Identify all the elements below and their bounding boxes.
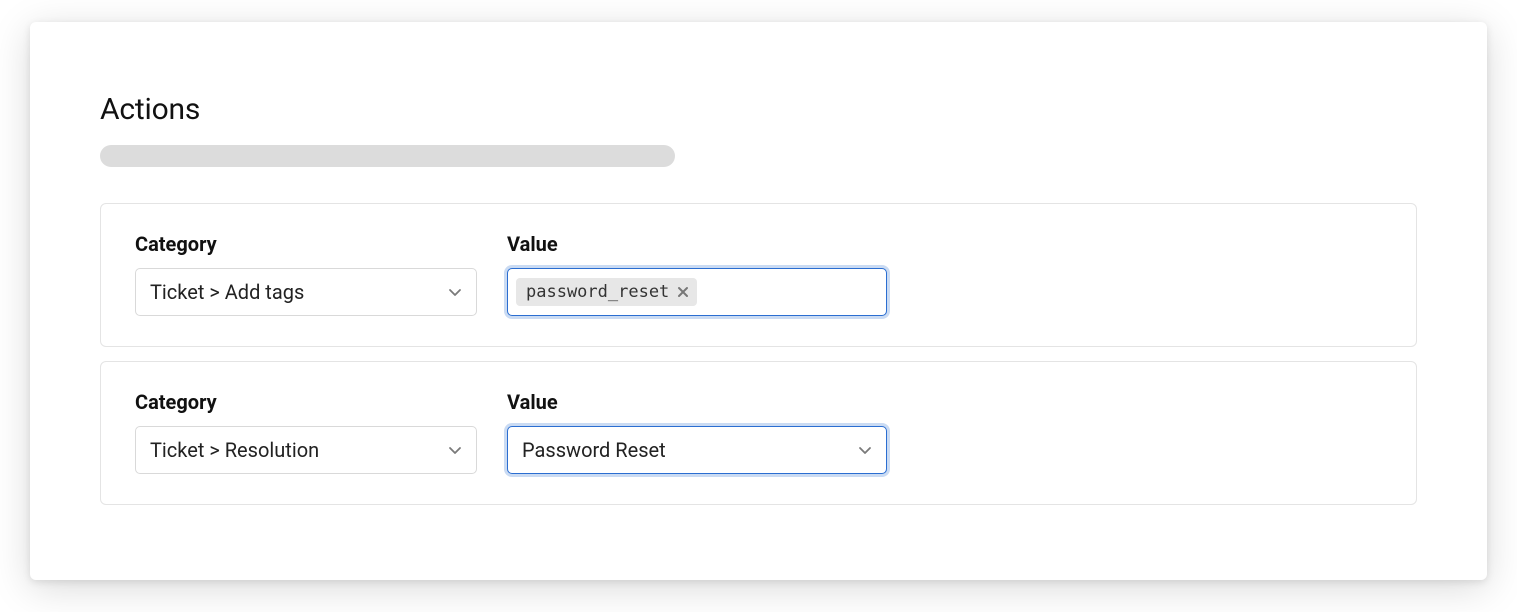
- remove-tag-button[interactable]: [675, 284, 691, 300]
- category-label: Category: [135, 232, 477, 256]
- category-select-value: Ticket > Add tags: [150, 280, 304, 304]
- category-select-value: Ticket > Resolution: [150, 438, 319, 462]
- tag-chip: password_reset: [516, 278, 697, 306]
- chevron-down-icon: [448, 285, 462, 299]
- value-label: Value: [507, 390, 887, 414]
- value-select-value: Password Reset: [522, 438, 666, 462]
- tag-chip-label: password_reset: [526, 282, 669, 302]
- actions-card: Actions Category Ticket > Add tags Value…: [30, 22, 1487, 580]
- category-label: Category: [135, 390, 477, 414]
- value-label: Value: [507, 232, 887, 256]
- chevron-down-icon: [858, 443, 872, 457]
- chevron-down-icon: [448, 443, 462, 457]
- section-title: Actions: [100, 92, 1417, 127]
- description-placeholder: [100, 145, 675, 167]
- tags-input[interactable]: password_reset: [507, 268, 887, 316]
- category-field: Category Ticket > Resolution: [135, 390, 477, 474]
- action-row: Category Ticket > Resolution Value Passw…: [100, 361, 1417, 505]
- value-field: Value Password Reset: [507, 390, 887, 474]
- action-row: Category Ticket > Add tags Value passwor…: [100, 203, 1417, 347]
- category-field: Category Ticket > Add tags: [135, 232, 477, 316]
- category-select[interactable]: Ticket > Add tags: [135, 268, 477, 316]
- category-select[interactable]: Ticket > Resolution: [135, 426, 477, 474]
- value-select[interactable]: Password Reset: [507, 426, 887, 474]
- value-field: Value password_reset: [507, 232, 887, 316]
